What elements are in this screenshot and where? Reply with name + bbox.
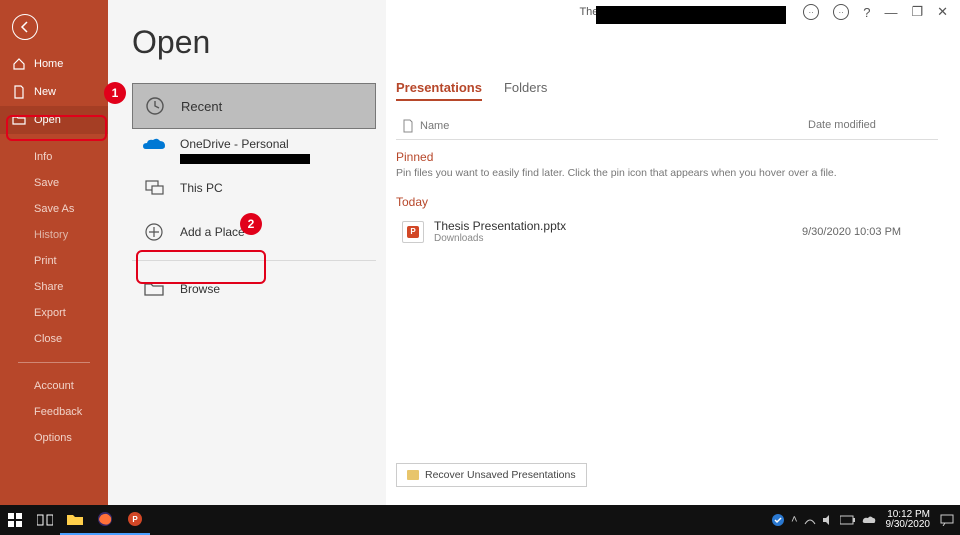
onedrive-icon (142, 137, 166, 153)
new-icon (12, 85, 26, 99)
tray-cloud-icon[interactable] (862, 515, 876, 525)
taskbar-clock[interactable]: 10:12 PM 9/30/2020 (882, 510, 935, 530)
list-header: Name Date modified (396, 113, 938, 140)
pc-icon (142, 176, 166, 200)
file-date: 9/30/2020 10:03 PM (802, 226, 932, 238)
recover-unsaved-button[interactable]: Recover Unsaved Presentations (396, 463, 587, 487)
nav-save[interactable]: Save (0, 170, 108, 196)
tray-network-icon[interactable] (804, 514, 816, 526)
nav-feedback[interactable]: Feedback (0, 399, 108, 425)
face-neutral-icon[interactable]: ·· (803, 4, 819, 20)
nav-history: History (0, 222, 108, 248)
open-folder-icon (12, 113, 26, 127)
tray-battery-icon[interactable] (840, 515, 856, 525)
nav-open-label: Open (34, 114, 61, 126)
source-divider (132, 260, 376, 261)
task-view-icon[interactable] (30, 505, 60, 535)
nav-info[interactable]: Info (0, 144, 108, 170)
page-title: Open (132, 24, 376, 61)
source-this-pc[interactable]: This PC (132, 166, 376, 210)
file-name: Thesis Presentation.pptx (434, 219, 802, 233)
open-tabs: Presentations Folders (396, 80, 938, 101)
source-recent-label: Recent (181, 99, 222, 114)
header-name[interactable]: Name (420, 120, 449, 132)
source-recent[interactable]: Recent (132, 83, 376, 129)
file-row[interactable]: P Thesis Presentation.pptx Downloads 9/3… (396, 213, 938, 250)
restore-icon[interactable]: ❐ (911, 4, 923, 20)
nav-options[interactable]: Options (0, 425, 108, 451)
help-icon[interactable]: ? (863, 5, 870, 20)
pinned-label: Pinned (396, 150, 938, 164)
nav-export[interactable]: Export (0, 300, 108, 326)
nav-save-as[interactable]: Save As (0, 196, 108, 222)
minimize-icon[interactable]: — (884, 5, 897, 20)
nav-close[interactable]: Close (0, 326, 108, 352)
back-button[interactable] (12, 14, 38, 40)
nav-separator (18, 362, 90, 363)
window-controls: ·· ·· ? — ❐ ✕ (803, 4, 948, 20)
nav-account[interactable]: Account (0, 373, 108, 399)
source-this-pc-label: This PC (180, 181, 223, 195)
tray-chevron-icon[interactable]: ˄ (791, 514, 797, 526)
nav-new-label: New (34, 86, 56, 98)
action-center-icon[interactable] (940, 514, 954, 526)
powerpoint-taskbar-icon[interactable]: P (120, 505, 150, 535)
source-add-place[interactable]: Add a Place (132, 210, 376, 254)
nav-print[interactable]: Print (0, 248, 108, 274)
file-explorer-icon[interactable] (60, 505, 90, 535)
close-icon[interactable]: ✕ (937, 4, 948, 20)
open-content: Thesis Presentation.pptx - PowerPoint ··… (386, 0, 960, 505)
tab-presentations[interactable]: Presentations (396, 80, 482, 101)
nav-new[interactable]: New (0, 78, 108, 106)
tab-folders[interactable]: Folders (504, 80, 547, 101)
file-icon (402, 119, 414, 133)
recover-folder-icon (407, 470, 419, 480)
nav-home-label: Home (34, 58, 63, 70)
clock-date: 9/30/2020 (886, 520, 931, 530)
tray-volume-icon[interactable] (822, 514, 834, 526)
firefox-icon[interactable] (90, 505, 120, 535)
backstage-sidebar: Home New Open Info Save Save As History … (0, 0, 108, 505)
clock-icon (143, 94, 167, 118)
redacted-user (596, 6, 786, 24)
add-place-icon (142, 220, 166, 244)
redacted-account (180, 154, 310, 164)
nav-share[interactable]: Share (0, 274, 108, 300)
file-location: Downloads (434, 233, 802, 244)
nav-home[interactable]: Home (0, 50, 108, 78)
start-button[interactable] (0, 505, 30, 535)
source-add-place-label: Add a Place (180, 225, 245, 239)
source-onedrive-label: OneDrive - Personal (180, 137, 310, 151)
open-sources-panel: Open Recent OneDrive - Personal This PC … (108, 0, 386, 505)
back-arrow-icon (19, 21, 31, 33)
source-browse-label: Browse (180, 282, 220, 296)
source-onedrive[interactable]: OneDrive - Personal (132, 129, 376, 166)
recover-label: Recover Unsaved Presentations (425, 469, 576, 481)
nav-open[interactable]: Open (0, 106, 108, 134)
face-sad-icon[interactable]: ·· (833, 4, 849, 20)
tray-shield-icon[interactable] (771, 513, 785, 527)
svg-text:P: P (132, 515, 138, 524)
taskbar: P ˄ 10:12 PM 9/30/2020 (0, 505, 960, 535)
home-icon (12, 57, 26, 71)
folder-icon (142, 277, 166, 301)
pinned-hint: Pin files you want to easily find later.… (396, 167, 938, 179)
source-browse[interactable]: Browse (132, 267, 376, 311)
header-date[interactable]: Date modified (808, 119, 938, 133)
today-label: Today (396, 195, 938, 209)
pptx-icon: P (402, 221, 424, 243)
